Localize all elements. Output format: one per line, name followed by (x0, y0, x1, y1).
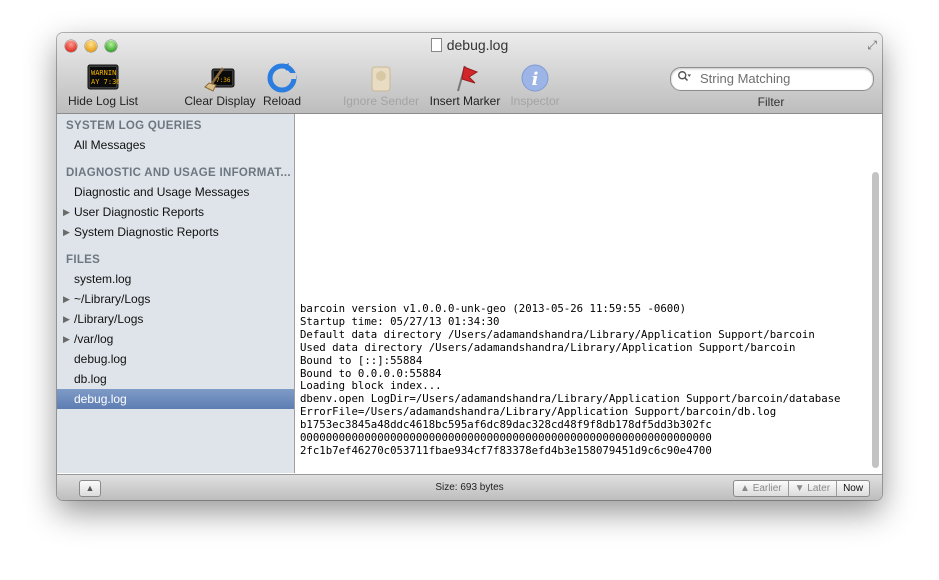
now-label: Now (843, 483, 864, 494)
sidebar-item-db-log[interactable]: db.log (57, 369, 294, 389)
disclosure-triangle-icon[interactable]: ▶ (63, 202, 70, 222)
ignore-sender-icon (371, 66, 391, 92)
sidebar-item-library-logs[interactable]: ▶ /Library/Logs (57, 309, 294, 329)
console-icon: WARNIN AY 7:36 (87, 64, 119, 90)
sidebar-item-label: All Messages (74, 138, 146, 152)
now-button[interactable]: Now (837, 481, 869, 496)
info-icon: i (521, 64, 549, 92)
disclosure-triangle-icon[interactable]: ▶ (63, 309, 70, 329)
clear-display-button[interactable]: 7:36 Clear Display (182, 63, 258, 108)
later-button[interactable]: ▼ Later (789, 481, 838, 496)
log-line: 0000000000000000000000000000000000000000… (300, 431, 712, 445)
sidebar-item-label: /Library/Logs (74, 312, 144, 326)
reload-icon (267, 63, 297, 93)
ignore-sender-label: Ignore Sender (342, 94, 420, 108)
log-line: Startup time: 05/27/13 01:34:30 (300, 314, 500, 328)
window-title-text: debug.log (446, 37, 509, 53)
reload-button[interactable]: Reload (260, 63, 304, 108)
svg-text:i: i (532, 69, 539, 90)
console-window: debug.log ⤢ WARNIN AY 7:36 Hide Log List… (57, 33, 882, 500)
hide-log-list-button[interactable]: WARNIN AY 7:36 Hide Log List (67, 63, 139, 108)
sidebar-header-system-log-queries: SYSTEM LOG QUERIES (66, 120, 202, 132)
log-line: b1753ec3845a48ddc4618bc595af6dc89dac328c… (300, 418, 712, 432)
log-line: Bound to 0.0.0.0:55884 (300, 366, 442, 380)
sidebar-item-user-diagnostic-reports[interactable]: ▶ User Diagnostic Reports (57, 202, 294, 222)
sidebar-item-debug-log[interactable]: debug.log (57, 349, 294, 369)
search-icon[interactable] (677, 70, 691, 84)
sidebar-item-label: Diagnostic and Usage Messages (74, 185, 250, 199)
sidebar-header-diagnostic: DIAGNOSTIC AND USAGE INFORMAT... (66, 167, 291, 179)
log-content-view[interactable]: barcoin version v1.0.0.0-unk-geo (2013-0… (295, 114, 882, 473)
log-line: 2fc1b7ef46270c053711fbae934cf7f83378efd4… (300, 443, 712, 457)
log-line: Loading block index... (300, 379, 442, 393)
disclosure-triangle-icon[interactable]: ▶ (63, 222, 70, 242)
filter-label: Filter (757, 95, 785, 109)
hide-log-list-label: Hide Log List (67, 94, 139, 108)
log-line: Default data directory /Users/adamandsha… (300, 327, 815, 341)
disclosure-triangle-icon[interactable]: ▶ (63, 289, 70, 309)
sidebar-item-var-log[interactable]: ▶ /var/log (57, 329, 294, 349)
fullscreen-icon[interactable]: ⤢ (867, 38, 877, 53)
console-icon-line-1: WARNIN (91, 69, 116, 77)
ignore-sender-button[interactable]: Ignore Sender (341, 63, 421, 108)
sidebar-item-debug-log-selected[interactable]: debug.log (57, 389, 294, 409)
log-text[interactable]: barcoin version v1.0.0.0-unk-geo (2013-0… (300, 303, 865, 458)
document-icon (430, 38, 442, 52)
insert-marker-label: Insert Marker (429, 94, 501, 108)
down-triangle-icon: ▼ (794, 483, 808, 494)
log-line: Used data directory /Users/adamandshandr… (300, 340, 796, 354)
sidebar-item-system-diagnostic-reports[interactable]: ▶ System Diagnostic Reports (57, 222, 294, 242)
window-title: debug.log (57, 37, 882, 53)
sidebar-item-label: ~/Library/Logs (74, 292, 151, 306)
sidebar-item-diagnostic-usage-messages[interactable]: Diagnostic and Usage Messages (57, 182, 294, 202)
sidebar-item-label: debug.log (74, 352, 127, 366)
disclosure-triangle-icon[interactable]: ▶ (63, 329, 70, 349)
insert-marker-button[interactable]: Insert Marker (427, 63, 503, 108)
clear-display-label: Clear Display (184, 94, 256, 108)
sidebar-item-label: debug.log (74, 392, 127, 406)
sidebar-header-files: FILES (66, 254, 101, 266)
sidebar-item-label: db.log (74, 372, 107, 386)
log-list-sidebar: SYSTEM LOG QUERIES All Messages DIAGNOST… (57, 114, 295, 473)
reload-label: Reload (262, 94, 302, 108)
sidebar-item-label: /var/log (74, 332, 114, 346)
sidebar-item-label: User Diagnostic Reports (74, 205, 205, 219)
log-line: ErrorFile=/Users/adamandshandra/Library/… (300, 405, 777, 419)
broom-icon: 7:36 (204, 67, 235, 92)
search-field[interactable] (670, 67, 874, 91)
sidebar-item-all-messages[interactable]: All Messages (57, 135, 294, 155)
sidebar-item-user-library-logs[interactable]: ▶ ~/Library/Logs (57, 289, 294, 309)
earlier-button[interactable]: ▲ Earlier (734, 481, 789, 496)
flag-icon (457, 65, 479, 92)
vertical-scrollbar[interactable] (872, 172, 879, 468)
earlier-label: Earlier (752, 483, 782, 494)
log-line: Bound to [::]:55884 (300, 353, 423, 367)
svg-text:7:36: 7:36 (216, 77, 231, 84)
inspector-label: Inspector (510, 94, 560, 108)
console-icon-line-2: AY 7:36 (91, 78, 119, 86)
sidebar-item-label: System Diagnostic Reports (74, 225, 219, 239)
status-bar: ▲ Size: 693 bytes ▲ Earlier ▼ Later Now (57, 474, 882, 500)
later-label: Later (807, 483, 831, 494)
inspector-button[interactable]: i Inspector (506, 63, 564, 108)
titlebar: debug.log ⤢ WARNIN AY 7:36 Hide Log List… (57, 33, 882, 114)
time-navigation: ▲ Earlier ▼ Later Now (733, 480, 871, 497)
log-line: barcoin version v1.0.0.0-unk-geo (2013-0… (300, 303, 687, 315)
sidebar-item-system-log[interactable]: system.log (57, 269, 294, 289)
up-triangle-icon: ▲ (740, 483, 753, 494)
log-line: dbenv.open LogDir=/Users/adamandshandra/… (300, 392, 841, 406)
search-input[interactable] (698, 70, 872, 87)
sidebar-item-label: system.log (74, 272, 132, 286)
